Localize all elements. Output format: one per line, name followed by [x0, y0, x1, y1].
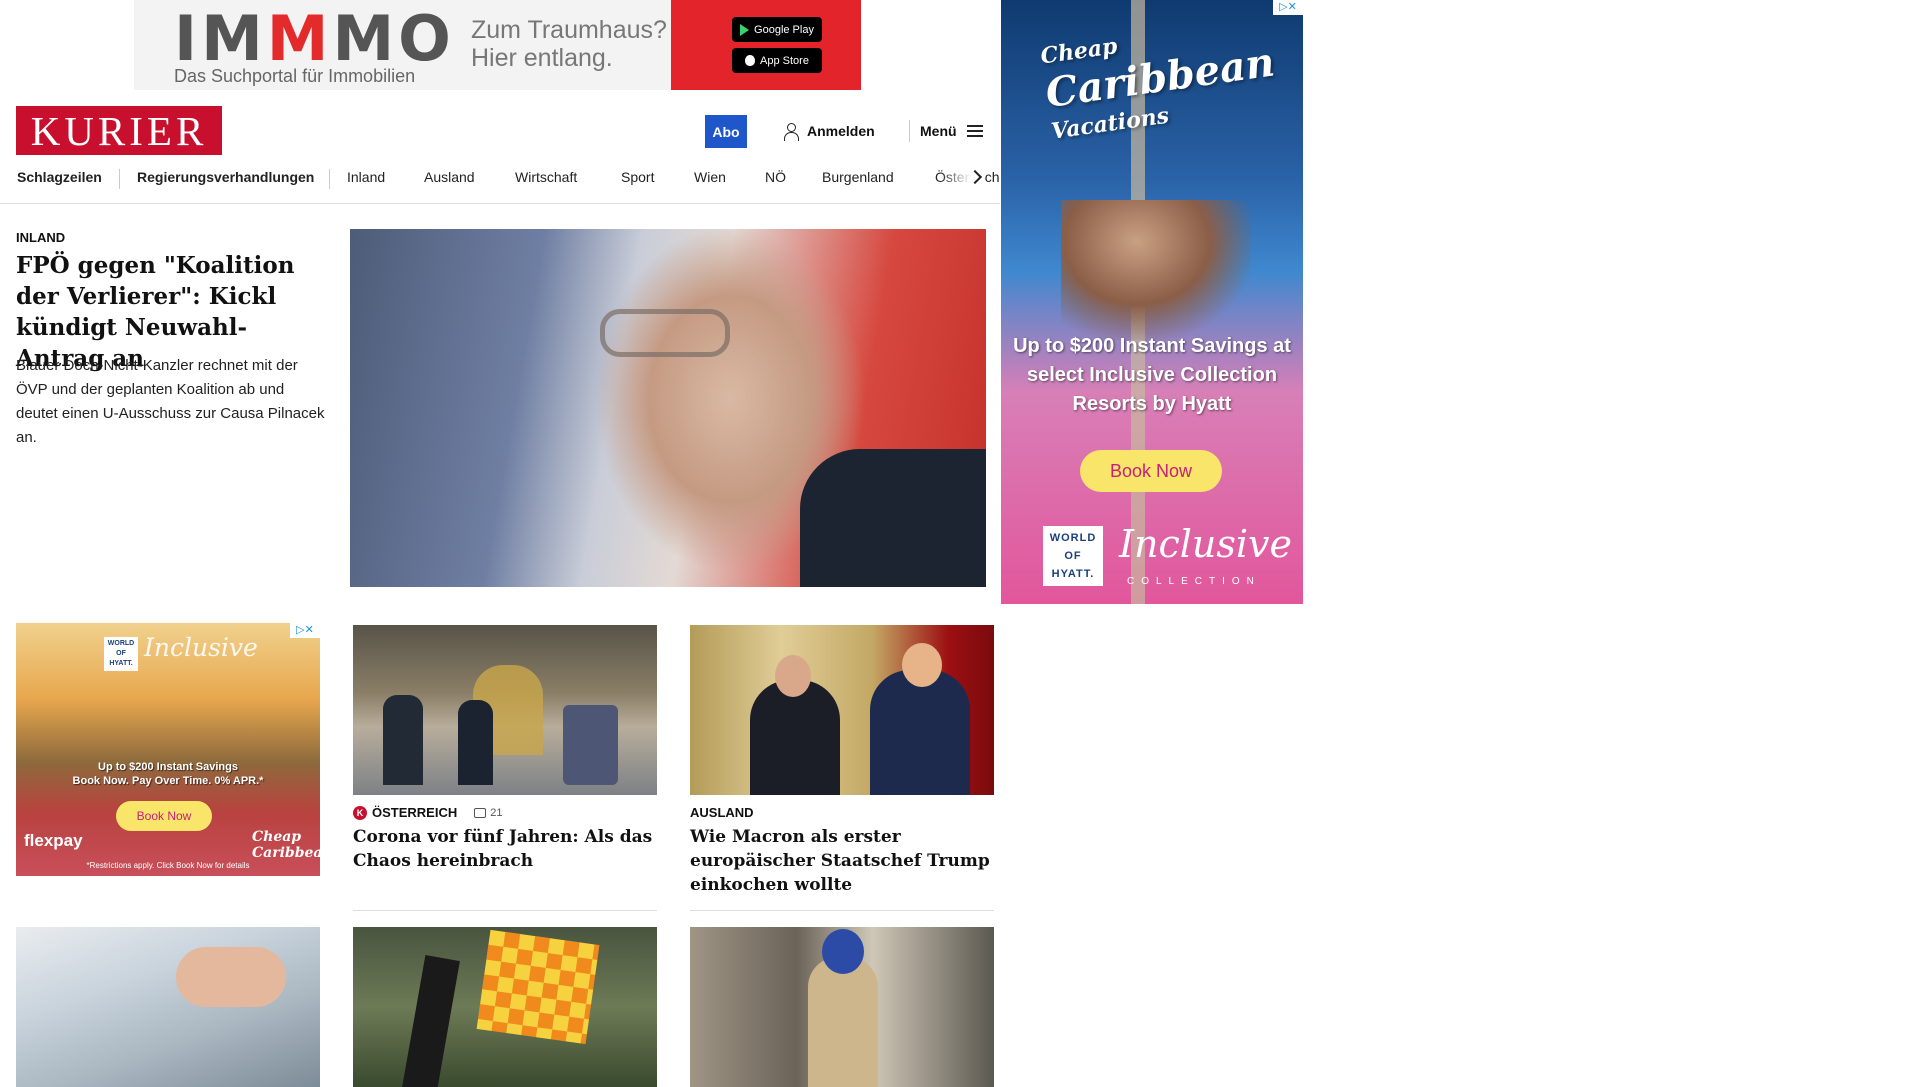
ad-headline: Cheap Caribbean Vacations	[1038, 33, 1278, 145]
ad-offer-text: Up to $200 Instant Savings Book Now. Pay…	[72, 761, 264, 787]
collection-label: COLLECTION	[1127, 576, 1261, 587]
article-kicker[interactable]: K ÖSTERREICH 21	[353, 805, 502, 820]
image-person	[808, 957, 878, 1087]
world-of-hyatt-logo: WORLD OF HYATT.	[104, 637, 138, 671]
section-nav: Schlagzeilen Regierungsverhandlungen Inl…	[0, 166, 1000, 204]
kurier-logo[interactable]: KURIER	[16, 106, 222, 155]
cheap-caribbean-logo: Cheap Caribbean	[252, 829, 320, 861]
ad-tagline: Das Suchportal für Immobilien	[174, 66, 416, 86]
image-person	[383, 695, 423, 785]
ad-book-now-button[interactable]: Book Now	[1080, 450, 1222, 492]
infeed-ad[interactable]: ▷✕ WORLD OF HYATT. Inclusive Up to $200 …	[16, 623, 320, 876]
menu-button[interactable]: Menü	[920, 120, 983, 142]
ad-slogan: Zum Traumhaus? Hier entlang.	[471, 16, 667, 72]
abo-button[interactable]: Abo	[705, 115, 747, 148]
google-play-icon	[740, 23, 750, 36]
skyscraper-ad[interactable]: ▷✕ Cheap Caribbean Vacations Up to $200 …	[1001, 0, 1303, 604]
comment-count[interactable]: 21	[474, 807, 502, 819]
ad-offer-text: Up to $200 Instant Savings at select Inc…	[1013, 335, 1291, 415]
lead-image-suit	[800, 449, 986, 587]
nav-item-wien[interactable]: Wien	[694, 169, 726, 185]
image-person	[750, 680, 840, 795]
nav-item-ausland[interactable]: Ausland	[424, 169, 475, 185]
app-store-badge[interactable]: App Store	[732, 48, 822, 73]
article-kicker[interactable]: AUSLAND	[690, 805, 754, 820]
nav-item-noe[interactable]: NÖ	[765, 169, 786, 185]
image-luggage	[563, 705, 618, 785]
ad-brand-logo: IMMMO	[174, 2, 455, 75]
ad-book-now-button[interactable]: Book Now	[116, 801, 212, 831]
image-person	[458, 700, 493, 785]
apple-icon	[745, 55, 756, 66]
login-button[interactable]: Anmelden	[783, 120, 875, 142]
flexpay-logo: flexpay	[24, 831, 83, 850]
card-divider	[353, 910, 657, 911]
login-label: Anmelden	[807, 123, 875, 139]
lead-kicker[interactable]: INLAND	[16, 230, 65, 245]
lead-image-glasses	[600, 309, 730, 357]
nav-item-wirtschaft[interactable]: Wirtschaft	[515, 169, 577, 185]
lead-teaser[interactable]: Blauer Doch-Nicht-Kanzler rechnet mit de…	[16, 354, 326, 450]
nav-divider	[119, 169, 120, 189]
world-of-hyatt-logo: WORLD OF HYATT.	[1043, 526, 1103, 586]
article-image-fashion[interactable]	[690, 927, 994, 1087]
nav-item-sport[interactable]: Sport	[621, 169, 654, 185]
top-banner-ad[interactable]: IMMMO Das Suchportal für Immobilien Zum …	[134, 0, 861, 90]
nav-item-schlagzeilen[interactable]: Schlagzeilen	[17, 169, 102, 185]
adchoices-icon[interactable]: ▷✕	[290, 623, 320, 638]
nav-item-inland[interactable]: Inland	[347, 169, 385, 185]
comment-icon	[474, 807, 487, 818]
inclusive-logo: Inclusive	[1119, 522, 1293, 566]
article-headline[interactable]: Wie Macron als erster europäischer Staat…	[690, 825, 990, 897]
ad-fine-print: *Restrictions apply. Click Book Now for …	[86, 861, 250, 870]
image-hand	[176, 947, 286, 1007]
image-face	[902, 643, 942, 687]
image-flag	[476, 929, 600, 1045]
image-face	[775, 655, 811, 697]
image-leg	[401, 955, 460, 1087]
hamburger-icon	[966, 125, 983, 137]
ad-store-panel: Google Play App Store	[671, 0, 861, 90]
header-divider	[909, 120, 910, 142]
card-divider	[690, 910, 994, 911]
kurier-k-icon: K	[353, 805, 367, 820]
nav-divider	[329, 169, 330, 189]
menu-label: Menü	[920, 123, 957, 139]
article-image-linesman-flag[interactable]	[353, 927, 657, 1087]
inclusive-logo: Inclusive	[144, 633, 258, 662]
article-image-cheese[interactable]	[16, 927, 320, 1087]
ad-couple-image	[1061, 200, 1251, 340]
lead-image[interactable]	[350, 229, 986, 587]
adchoices-icon[interactable]: ▷✕	[1273, 0, 1303, 15]
google-play-badge[interactable]: Google Play	[732, 17, 822, 42]
article-image-corona[interactable]	[353, 625, 657, 795]
image-hair	[822, 929, 864, 974]
nav-item-burgenland[interactable]: Burgenland	[822, 169, 894, 185]
article-headline[interactable]: Corona vor fünf Jahren: Als das Chaos he…	[353, 825, 653, 873]
user-icon	[783, 122, 799, 141]
article-image-macron-trump[interactable]	[690, 625, 994, 795]
nav-item-regierungsverhandlungen[interactable]: Regierungsverhandlungen	[137, 169, 314, 185]
image-person	[870, 670, 970, 795]
